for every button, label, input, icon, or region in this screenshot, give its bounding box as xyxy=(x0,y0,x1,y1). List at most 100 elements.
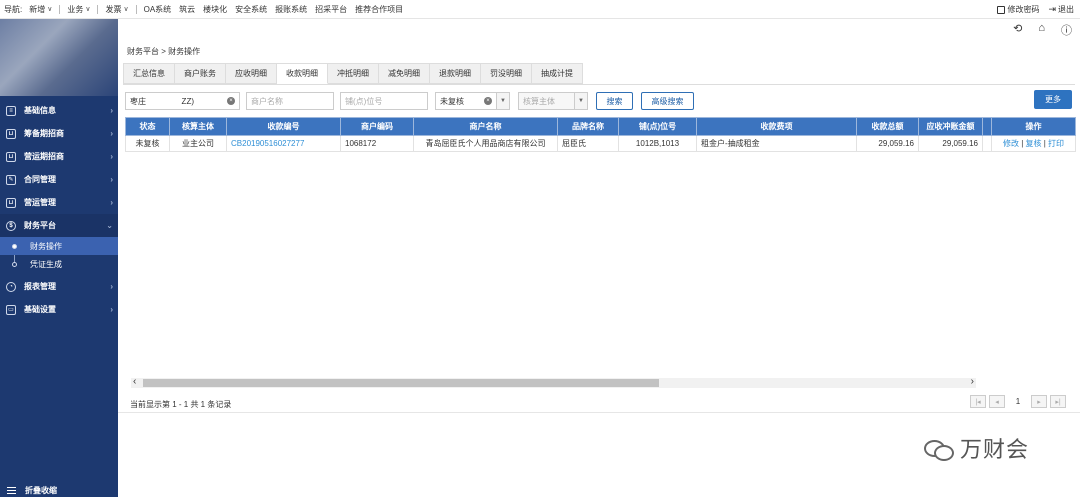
dropdown-arrow-icon[interactable]: ▼ xyxy=(496,93,509,109)
col-header[interactable]: 品牌名称 xyxy=(557,117,619,136)
cell-offset-amount: 29,059.16 xyxy=(918,135,983,152)
sidebar-item-operations[interactable]: ⊔ 营运管理 › xyxy=(0,191,118,214)
review-link[interactable]: 复核 xyxy=(1026,139,1042,148)
nav-item-procurement[interactable]: 招采平台 xyxy=(311,4,351,15)
horizontal-scrollbar[interactable]: ‹ › xyxy=(131,376,976,388)
nav-item-oa[interactable]: OA系统 xyxy=(140,4,176,15)
nav-item-invoice[interactable]: 发票 ∨ xyxy=(101,4,132,15)
nav-item-add[interactable]: 新增 ∨ xyxy=(25,4,56,15)
tab-penalties[interactable]: 罚没明细 xyxy=(481,63,532,84)
receipts-table: 状态 核算主体 收款编号 商户编码 商户名称 品牌名称 铺(点)位号 收款费项 … xyxy=(125,117,1076,152)
status-select[interactable]: 未复核 × ▼ xyxy=(435,92,510,110)
clear-icon[interactable]: × xyxy=(484,97,492,105)
nav-label: 导航: xyxy=(4,4,23,14)
sidebar-item-reports[interactable]: ◔ 报表管理 › xyxy=(0,275,118,298)
prev-page-button[interactable]: ◂ xyxy=(989,395,1005,408)
tab-offsets[interactable]: 冲抵明细 xyxy=(328,63,379,84)
next-page-button[interactable]: ▸ xyxy=(1031,395,1047,408)
clear-icon[interactable]: × xyxy=(227,97,235,105)
tab-refunds[interactable]: 退款明细 xyxy=(430,63,481,84)
submenu-item-label: 财务操作 xyxy=(30,241,62,251)
scroll-right-icon[interactable]: › xyxy=(971,376,974,387)
sidebar: ≡ 基础信息 › ⊔ 筹备期招商 › ⊔ 营运期招商 › ✎ 合同管理 › ⊔ … xyxy=(0,19,118,497)
sidebar-item-label: 基础信息 xyxy=(24,106,56,115)
company-select-value: 枣庄 ZZ) xyxy=(130,96,194,106)
scroll-left-icon[interactable]: ‹ xyxy=(133,376,136,387)
tab-summary[interactable]: 汇总信息 xyxy=(123,63,175,84)
sidebar-item-finance[interactable]: $ 财务平台 ⌄ xyxy=(0,214,118,237)
sidebar-item-label: 营运管理 xyxy=(24,198,56,207)
help-icon[interactable]: ⓘ xyxy=(1061,22,1072,38)
first-page-button[interactable]: |◂ xyxy=(970,395,986,408)
submenu-item-voucher[interactable]: 凭证生成 xyxy=(0,255,118,273)
company-select[interactable]: 枣庄 ZZ) × xyxy=(125,92,240,110)
sidebar-item-settings[interactable]: ▭ 基础设置 › xyxy=(0,298,118,321)
col-header[interactable]: 收款费项 xyxy=(696,117,857,136)
nav-item-label: 业务 xyxy=(67,4,84,14)
print-link[interactable]: 打印 xyxy=(1048,139,1064,148)
chevron-down-icon: ∨ xyxy=(47,6,53,13)
merchant-name-input[interactable]: 商户名称 xyxy=(246,92,334,110)
money-icon: $ xyxy=(6,220,16,231)
dropdown-arrow-icon[interactable]: ▼ xyxy=(574,93,587,109)
sidebar-item-basic-info[interactable]: ≡ 基础信息 › xyxy=(0,99,118,122)
history-icon[interactable]: ⟲ xyxy=(1013,22,1022,38)
edit-link[interactable]: 修改 xyxy=(1003,139,1019,148)
col-header[interactable]: 收款编号 xyxy=(226,117,341,136)
col-header[interactable]: 商户名称 xyxy=(413,117,558,136)
tab-reductions[interactable]: 减免明细 xyxy=(379,63,430,84)
tab-commission[interactable]: 抽成计提 xyxy=(532,63,583,84)
nav-item-expense[interactable]: 报账系统 xyxy=(271,4,311,15)
berth-placeholder: 铺(点)位号 xyxy=(345,96,383,106)
col-header[interactable]: 状态 xyxy=(125,117,170,136)
wechat-icon xyxy=(924,437,954,461)
nav-item-security[interactable]: 安全系统 xyxy=(231,4,271,15)
nav-item-label: 新增 xyxy=(29,4,46,14)
receipt-number-link[interactable]: CB20190516027277 xyxy=(226,135,341,152)
nav-item-loukuaihua[interactable]: 楼块化 xyxy=(199,4,231,15)
more-button[interactable]: 更多 xyxy=(1034,90,1072,109)
bullet-icon xyxy=(12,243,17,249)
chevron-right-icon: › xyxy=(110,152,113,161)
home-icon[interactable]: ⌂ xyxy=(1038,22,1045,38)
tab-receivables[interactable]: 应收明细 xyxy=(226,63,277,84)
col-header[interactable]: 核算主体 xyxy=(169,117,227,136)
logout-link[interactable]: ⇥ 退出 xyxy=(1048,4,1074,15)
pagination: |◂ ◂ 1 ▸ ▸| xyxy=(970,395,1066,408)
watermark: 万财会 xyxy=(924,432,1029,464)
last-page-button[interactable]: ▸| xyxy=(1050,395,1066,408)
accounting-entity-placeholder: 核算主体 xyxy=(523,96,555,106)
tab-receipts[interactable]: 收款明细 xyxy=(277,63,328,84)
col-header[interactable]: 铺(点)位号 xyxy=(618,117,697,136)
berth-input[interactable]: 铺(点)位号 xyxy=(340,92,428,110)
sidebar-item-ops-leasing[interactable]: ⊔ 营运期招商 › xyxy=(0,145,118,168)
nav-item-recommend[interactable]: 推荐合作项目 xyxy=(351,4,407,15)
nav-item-business[interactable]: 业务 ∨ xyxy=(63,4,94,15)
nav-item-zhuyun[interactable]: 筑云 xyxy=(175,4,199,15)
tab-merchant-accounts[interactable]: 商户账务 xyxy=(175,63,226,84)
advanced-search-button[interactable]: 高级搜索 xyxy=(641,92,694,110)
col-header[interactable]: 应收冲账金额 xyxy=(918,117,983,136)
sidebar-item-prep-leasing[interactable]: ⊔ 筹备期招商 › xyxy=(0,122,118,145)
col-header[interactable]: 商户编码 xyxy=(340,117,414,136)
col-header[interactable]: 收款总额 xyxy=(856,117,919,136)
folder-icon: ▭ xyxy=(6,304,16,315)
table-row[interactable]: 未复核 业主公司 CB20190516027277 1068172 青岛屈臣氏个… xyxy=(125,135,1076,152)
cart-icon: ⊔ xyxy=(6,197,16,208)
divider xyxy=(118,412,1080,413)
sidebar-item-contracts[interactable]: ✎ 合同管理 › xyxy=(0,168,118,191)
submenu-item-label: 凭证生成 xyxy=(30,259,62,269)
search-button[interactable]: 搜索 xyxy=(596,92,633,110)
logout-icon: ⇥ xyxy=(1048,4,1056,14)
cart-icon: ⊔ xyxy=(6,128,16,139)
submenu-item-finance-ops[interactable]: 财务操作 xyxy=(0,237,118,255)
col-header xyxy=(982,117,992,136)
nav-item-label: 发票 xyxy=(105,4,122,14)
chevron-right-icon: › xyxy=(110,175,113,184)
chevron-right-icon: › xyxy=(110,198,113,207)
accounting-entity-select[interactable]: 核算主体 ▼ xyxy=(518,92,588,110)
tab-divider xyxy=(123,84,1075,85)
change-password-link[interactable]: 修改密码 xyxy=(997,4,1039,15)
scrollbar-thumb[interactable] xyxy=(143,379,659,387)
collapse-sidebar-button[interactable]: 折叠收缩 xyxy=(0,483,118,497)
